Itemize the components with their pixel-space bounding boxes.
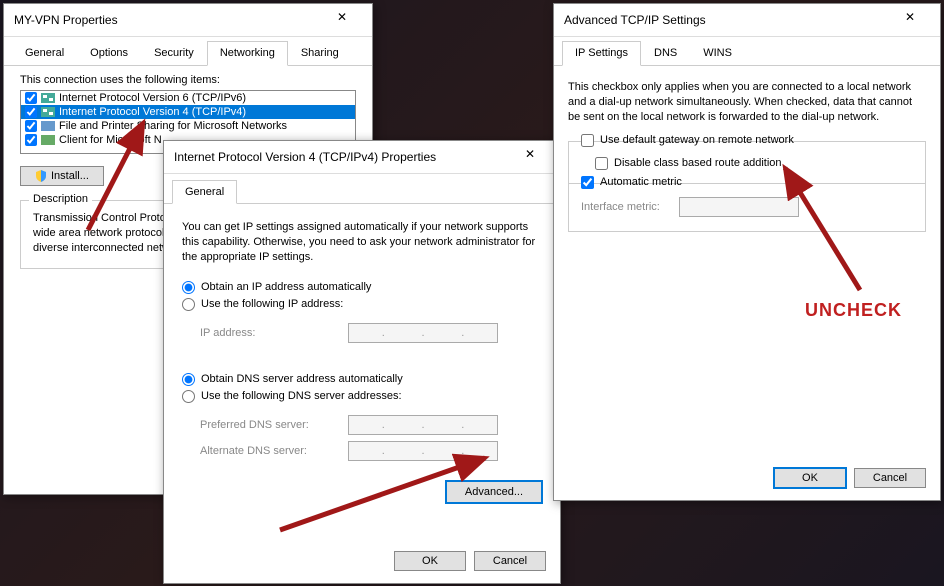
tab-dns[interactable]: DNS xyxy=(641,41,690,65)
adv-title: Advanced TCP/IP Settings xyxy=(564,13,706,27)
dns-fields: Preferred DNS server: ... Alternate DNS … xyxy=(182,407,542,473)
close-icon[interactable]: ✕ xyxy=(510,147,550,167)
install-button[interactable]: Install... xyxy=(20,166,104,186)
ip-address-label: IP address: xyxy=(200,327,340,339)
default-gateway-label: Use default gateway on remote network xyxy=(600,134,794,146)
disable-class-checkbox[interactable] xyxy=(595,157,608,170)
ip-address-row: IP address: ... xyxy=(200,323,542,343)
item-label: Internet Protocol Version 4 (TCP/IPv4) xyxy=(59,106,246,118)
vpn-tabs: General Options Security Networking Shar… xyxy=(4,37,372,66)
tab-ip-settings[interactable]: IP Settings xyxy=(562,41,641,66)
obtain-ip-auto-radio[interactable] xyxy=(182,281,195,294)
disable-class-row[interactable]: Disable class based route addition xyxy=(595,157,913,170)
default-gateway-row[interactable]: Use default gateway on remote network xyxy=(581,134,913,147)
interface-metric-label: Interface metric: xyxy=(581,201,671,213)
item-checkbox[interactable] xyxy=(25,106,37,118)
use-dns-radio[interactable] xyxy=(182,390,195,403)
auto-metric-row[interactable]: Automatic metric xyxy=(581,176,913,189)
obtain-ip-auto-label: Obtain an IP address automatically xyxy=(201,281,371,293)
obtain-dns-auto-row[interactable]: Obtain DNS server address automatically xyxy=(182,373,542,386)
protocol-icon xyxy=(41,93,55,103)
use-dns-label: Use the following DNS server addresses: xyxy=(201,390,402,402)
cancel-button[interactable]: Cancel xyxy=(854,468,926,488)
install-label: Install... xyxy=(51,170,89,182)
alternate-dns-input: ... xyxy=(348,441,498,461)
preferred-dns-input: ... xyxy=(348,415,498,435)
use-ip-row[interactable]: Use the following IP address: xyxy=(182,298,542,311)
item-label: File and Printer Sharing for Microsoft N… xyxy=(59,120,287,132)
ipv4-button-bar: OK Cancel xyxy=(394,551,546,571)
item-label: Client for Microsoft N xyxy=(59,134,162,146)
shield-icon xyxy=(35,170,47,182)
adv-help: This checkbox only applies when you are … xyxy=(568,80,926,125)
obtain-dns-auto-radio[interactable] xyxy=(182,373,195,386)
adv-button-bar: OK Cancel xyxy=(774,468,926,488)
alternate-dns-label: Alternate DNS server: xyxy=(200,445,340,457)
item-checkbox[interactable] xyxy=(25,92,37,104)
adv-tabs: IP Settings DNS WINS xyxy=(554,37,940,66)
list-item[interactable]: Internet Protocol Version 6 (TCP/IPv6) xyxy=(21,91,355,105)
tab-wins[interactable]: WINS xyxy=(690,41,745,65)
tab-networking[interactable]: Networking xyxy=(207,41,288,66)
vpn-title: MY-VPN Properties xyxy=(14,13,118,27)
advanced-label: Advanced... xyxy=(465,486,523,498)
ipv4-tabs: General xyxy=(164,174,560,204)
obtain-dns-auto-label: Obtain DNS server address automatically xyxy=(201,373,403,385)
list-item[interactable]: Internet Protocol Version 4 (TCP/IPv4) xyxy=(21,105,355,119)
uncheck-callout: UNCHECK xyxy=(805,300,902,321)
interface-metric-input xyxy=(679,197,799,217)
tab-general[interactable]: General xyxy=(172,180,237,204)
advanced-button[interactable]: Advanced... xyxy=(446,481,542,503)
protocol-icon xyxy=(41,107,55,117)
close-icon[interactable]: ✕ xyxy=(890,10,930,30)
tab-general[interactable]: General xyxy=(12,41,77,65)
ipv4-properties-window: Internet Protocol Version 4 (TCP/IPv4) P… xyxy=(163,140,561,584)
ipv4-content: You can get IP settings assigned automat… xyxy=(164,204,560,513)
auto-metric-checkbox[interactable] xyxy=(581,176,594,189)
use-ip-radio[interactable] xyxy=(182,298,195,311)
ipv4-help: You can get IP settings assigned automat… xyxy=(182,220,542,265)
ok-button[interactable]: OK xyxy=(394,551,466,571)
alternate-dns-row: Alternate DNS server: ... xyxy=(200,441,542,461)
tab-sharing[interactable]: Sharing xyxy=(288,41,352,65)
ipv4-titlebar: Internet Protocol Version 4 (TCP/IPv4) P… xyxy=(164,141,560,174)
metric-group: Automatic metric Interface metric: xyxy=(568,184,926,232)
item-checkbox[interactable] xyxy=(25,120,37,132)
client-icon xyxy=(41,135,55,145)
adv-titlebar: Advanced TCP/IP Settings ✕ xyxy=(554,4,940,37)
ok-button[interactable]: OK xyxy=(774,468,846,488)
auto-metric-label: Automatic metric xyxy=(600,176,682,188)
ipv4-title: Internet Protocol Version 4 (TCP/IPv4) P… xyxy=(174,150,436,164)
adv-content: This checkbox only applies when you are … xyxy=(554,66,940,240)
cancel-button[interactable]: Cancel xyxy=(474,551,546,571)
close-icon[interactable]: ✕ xyxy=(322,10,362,30)
preferred-dns-row: Preferred DNS server: ... xyxy=(200,415,542,435)
ip-address-input: ... xyxy=(348,323,498,343)
vpn-titlebar: MY-VPN Properties ✕ xyxy=(4,4,372,37)
connection-items-label: This connection uses the following items… xyxy=(20,74,356,86)
tab-options[interactable]: Options xyxy=(77,41,141,65)
advanced-tcpip-window: Advanced TCP/IP Settings ✕ IP Settings D… xyxy=(553,3,941,501)
service-icon xyxy=(41,121,55,131)
obtain-ip-auto-row[interactable]: Obtain an IP address automatically xyxy=(182,281,542,294)
ip-fields: IP address: ... xyxy=(182,315,542,359)
use-dns-row[interactable]: Use the following DNS server addresses: xyxy=(182,390,542,403)
tab-security[interactable]: Security xyxy=(141,41,207,65)
preferred-dns-label: Preferred DNS server: xyxy=(200,419,340,431)
interface-metric-row: Interface metric: xyxy=(581,197,913,217)
disable-class-label: Disable class based route addition xyxy=(614,157,782,169)
default-gateway-checkbox[interactable] xyxy=(581,134,594,147)
item-checkbox[interactable] xyxy=(25,134,37,146)
list-item[interactable]: File and Printer Sharing for Microsoft N… xyxy=(21,119,355,133)
description-legend: Description xyxy=(29,193,92,205)
use-ip-label: Use the following IP address: xyxy=(201,298,343,310)
item-label: Internet Protocol Version 6 (TCP/IPv6) xyxy=(59,92,246,104)
